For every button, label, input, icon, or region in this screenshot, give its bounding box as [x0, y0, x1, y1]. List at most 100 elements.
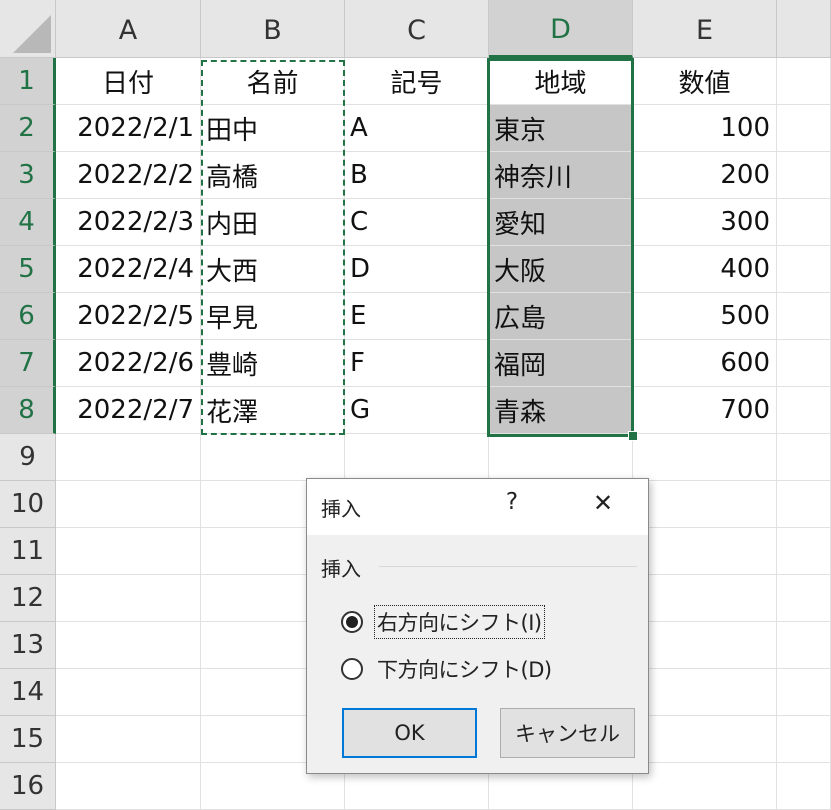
cell-e13[interactable]: [633, 622, 777, 669]
cell-c9[interactable]: [345, 434, 489, 481]
row-header[interactable]: 10: [0, 481, 56, 528]
cell-f10[interactable]: [777, 481, 831, 528]
shift-right-radio[interactable]: [341, 611, 363, 633]
column-header-f[interactable]: [777, 0, 831, 58]
column-header-e[interactable]: E: [633, 0, 777, 58]
cell-a3[interactable]: 2022/2/2: [56, 152, 201, 199]
cell-f15[interactable]: [777, 716, 831, 763]
cell-b9[interactable]: [201, 434, 345, 481]
cell-e7[interactable]: 600: [633, 340, 777, 387]
row-header[interactable]: 3: [0, 152, 56, 199]
row-header[interactable]: 8: [0, 387, 56, 434]
cell-e2[interactable]: 100: [633, 105, 777, 152]
cell-a10[interactable]: [56, 481, 201, 528]
cell-a15[interactable]: [56, 716, 201, 763]
cell-c2[interactable]: A: [345, 105, 489, 152]
cell-d8[interactable]: 青森: [489, 387, 633, 434]
cell-e14[interactable]: [633, 669, 777, 716]
row-header[interactable]: 4: [0, 199, 56, 246]
cell-a6[interactable]: 2022/2/5: [56, 293, 201, 340]
cell-b6[interactable]: 早見: [201, 293, 345, 340]
cell-f5[interactable]: [777, 246, 831, 293]
cell-b7[interactable]: 豊崎: [201, 340, 345, 387]
help-icon[interactable]: ?: [500, 489, 524, 523]
cell-e8[interactable]: 700: [633, 387, 777, 434]
cell-d9[interactable]: [489, 434, 633, 481]
cell-c3[interactable]: B: [345, 152, 489, 199]
cell-a2[interactable]: 2022/2/1: [56, 105, 201, 152]
cell-f1[interactable]: [777, 58, 831, 105]
cell-c7[interactable]: F: [345, 340, 489, 387]
row-header[interactable]: 7: [0, 340, 56, 387]
cell-a1[interactable]: 日付: [56, 58, 201, 105]
cell-a5[interactable]: 2022/2/4: [56, 246, 201, 293]
fill-handle[interactable]: [628, 431, 638, 441]
cell-a7[interactable]: 2022/2/6: [56, 340, 201, 387]
cell-a14[interactable]: [56, 669, 201, 716]
cell-d4[interactable]: 愛知: [489, 199, 633, 246]
cell-d3[interactable]: 神奈川: [489, 152, 633, 199]
cell-e15[interactable]: [633, 716, 777, 763]
cell-d2[interactable]: 東京: [489, 105, 633, 152]
cell-c4[interactable]: C: [345, 199, 489, 246]
select-all-button[interactable]: [0, 0, 56, 58]
shift-right-option[interactable]: 右方向にシフト(I): [341, 605, 545, 639]
cell-a13[interactable]: [56, 622, 201, 669]
cell-f16[interactable]: [777, 763, 831, 810]
cell-f11[interactable]: [777, 528, 831, 575]
cell-b5[interactable]: 大西: [201, 246, 345, 293]
cell-f12[interactable]: [777, 575, 831, 622]
cell-e10[interactable]: [633, 481, 777, 528]
cell-a11[interactable]: [56, 528, 201, 575]
row-header[interactable]: 2: [0, 105, 56, 152]
cell-f14[interactable]: [777, 669, 831, 716]
cell-e16[interactable]: [633, 763, 777, 810]
row-header[interactable]: 13: [0, 622, 56, 669]
cell-f2[interactable]: [777, 105, 831, 152]
row-header[interactable]: 1: [0, 58, 56, 105]
cell-d1[interactable]: 地域: [489, 58, 633, 105]
cell-e1[interactable]: 数値: [633, 58, 777, 105]
cell-f3[interactable]: [777, 152, 831, 199]
row-header[interactable]: 12: [0, 575, 56, 622]
cell-d7[interactable]: 福岡: [489, 340, 633, 387]
cell-a12[interactable]: [56, 575, 201, 622]
cell-f6[interactable]: [777, 293, 831, 340]
cell-d5[interactable]: 大阪: [489, 246, 633, 293]
cell-b3[interactable]: 高橋: [201, 152, 345, 199]
cell-e3[interactable]: 200: [633, 152, 777, 199]
column-header-a[interactable]: A: [56, 0, 201, 58]
cell-c1[interactable]: 記号: [345, 58, 489, 105]
row-header[interactable]: 6: [0, 293, 56, 340]
cell-f7[interactable]: [777, 340, 831, 387]
cell-b4[interactable]: 内田: [201, 199, 345, 246]
cell-e4[interactable]: 300: [633, 199, 777, 246]
row-header[interactable]: 16: [0, 763, 56, 810]
row-header[interactable]: 14: [0, 669, 56, 716]
cell-b8[interactable]: 花澤: [201, 387, 345, 434]
cell-e5[interactable]: 400: [633, 246, 777, 293]
cell-e12[interactable]: [633, 575, 777, 622]
cell-c5[interactable]: D: [345, 246, 489, 293]
cell-f8[interactable]: [777, 387, 831, 434]
cancel-button[interactable]: キャンセル: [500, 708, 635, 758]
column-header-b[interactable]: B: [201, 0, 345, 58]
row-header[interactable]: 11: [0, 528, 56, 575]
shift-down-radio[interactable]: [341, 658, 363, 680]
cell-f13[interactable]: [777, 622, 831, 669]
cell-e11[interactable]: [633, 528, 777, 575]
column-header-d[interactable]: D: [489, 0, 633, 58]
row-header[interactable]: 5: [0, 246, 56, 293]
row-header[interactable]: 15: [0, 716, 56, 763]
column-header-c[interactable]: C: [345, 0, 489, 58]
shift-down-option[interactable]: 下方向にシフト(D): [341, 653, 554, 685]
cell-a4[interactable]: 2022/2/3: [56, 199, 201, 246]
ok-button[interactable]: OK: [342, 708, 477, 758]
cell-c6[interactable]: E: [345, 293, 489, 340]
cell-a9[interactable]: [56, 434, 201, 481]
cell-a16[interactable]: [56, 763, 201, 810]
row-header[interactable]: 9: [0, 434, 56, 481]
cell-a8[interactable]: 2022/2/7: [56, 387, 201, 434]
cell-c8[interactable]: G: [345, 387, 489, 434]
cell-f9[interactable]: [777, 434, 831, 481]
